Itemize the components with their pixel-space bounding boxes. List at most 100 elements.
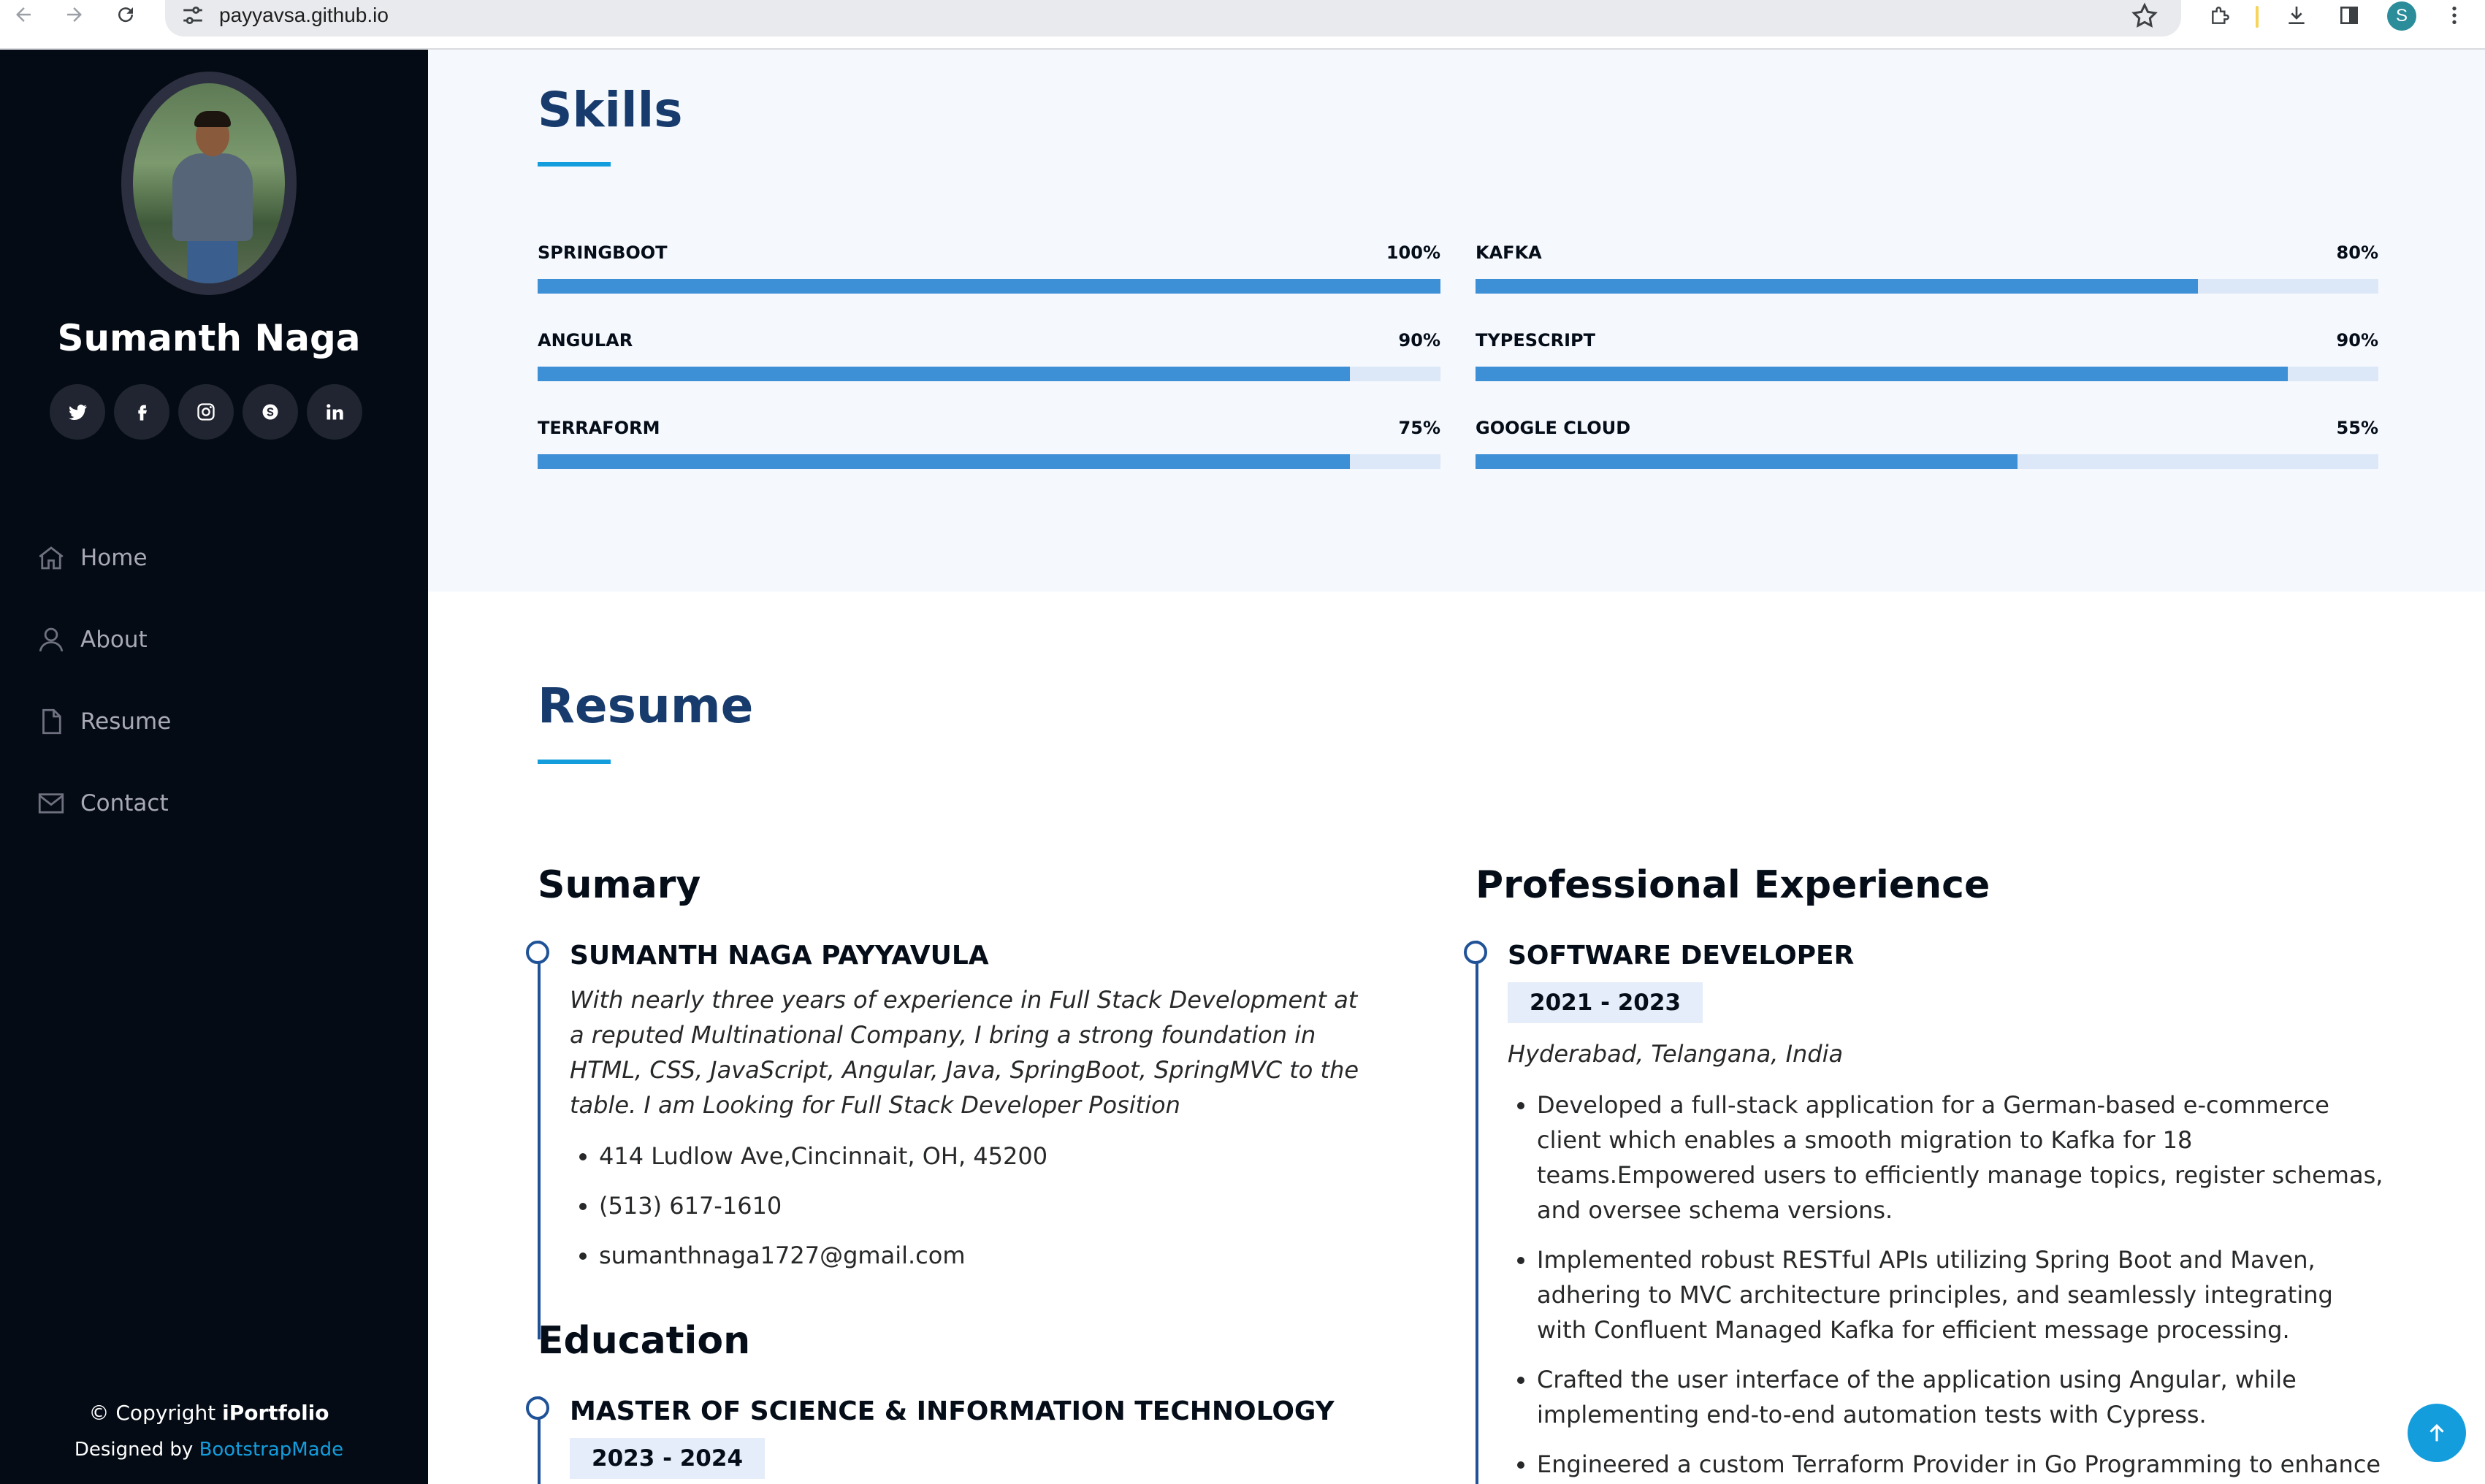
education-heading: Education: [538, 1319, 751, 1363]
skill-name: ANGULAR: [538, 330, 633, 351]
skill-percent: 100%: [1386, 242, 1440, 263]
skill-percent: 75%: [1398, 418, 1440, 438]
experience-bullets: Developed a full-stack application for a…: [1508, 1087, 2384, 1484]
contact-list: 414 Ludlow Ave,Cincinnait, OH, 45200 (51…: [570, 1139, 1381, 1273]
skill-progress-bar: [538, 279, 1440, 294]
credits-link[interactable]: BootstrapMade: [199, 1439, 344, 1461]
skill-progress-fill: [1476, 279, 2198, 294]
skills-section: Skills SPRINGBOOT 100% KAFKA 80% ANGULAR 90…: [428, 50, 2485, 592]
summary-text: With nearly three years of experience in…: [570, 986, 1359, 1119]
skill-item: TYPESCRIPT 90%: [1476, 330, 2378, 381]
extensions-icon[interactable]: [2203, 0, 2238, 31]
more-menu-icon[interactable]: [2437, 0, 2472, 31]
skill-name: TERRAFORM: [538, 418, 660, 438]
browser-toolbar: payyavsa.github.io S: [0, 0, 2485, 50]
forward-arrow-icon[interactable]: [54, 0, 95, 29]
twitter-icon[interactable]: [50, 384, 105, 440]
instagram-icon[interactable]: [178, 384, 234, 440]
nav-item-resume[interactable]: Resume: [34, 681, 171, 762]
skill-name: TYPESCRIPT: [1476, 330, 1596, 351]
skill-percent: 55%: [2336, 418, 2378, 438]
skill-item: ANGULAR 90%: [538, 330, 1440, 381]
file-icon: [34, 704, 69, 739]
timeline-dot: [1464, 941, 1487, 964]
home-icon: [34, 540, 69, 575]
linkedin-icon[interactable]: [307, 384, 362, 440]
sidebar: Sumanth Naga Home About Resume Contact ©…: [0, 50, 428, 1484]
nav-item-label: Resume: [80, 708, 172, 735]
nav-menu: Home About Resume Contact: [34, 517, 171, 844]
bookmark-star-icon[interactable]: [2130, 1, 2159, 31]
skill-percent: 90%: [2336, 330, 2378, 351]
experience-item: SOFTWARE DEVELOPER 2021 - 2023 Hyderabad…: [1464, 941, 2384, 1484]
address-bar[interactable]: payyavsa.github.io: [165, 0, 2181, 37]
facebook-icon[interactable]: [114, 384, 169, 440]
contact-address: 414 Ludlow Ave,Cincinnait, OH, 45200: [599, 1139, 1381, 1174]
credits-line: Designed by BootstrapMade: [0, 1431, 418, 1468]
nav-item-label: About: [80, 627, 148, 653]
download-icon[interactable]: [2279, 0, 2314, 31]
side-panel-icon[interactable]: [2332, 0, 2367, 31]
back-arrow-icon[interactable]: [3, 0, 44, 29]
skills-title: Skills: [538, 82, 683, 138]
skill-progress-bar: [1476, 367, 2378, 381]
url-text[interactable]: payyavsa.github.io: [219, 0, 389, 31]
experience-years: 2021 - 2023: [1508, 982, 1703, 1023]
experience-bullet: Engineered a custom Terraform Provider i…: [1537, 1447, 2384, 1484]
skill-progress-bar: [538, 454, 1440, 469]
nav-item-label: Contact: [80, 790, 169, 816]
toolbar-separator: [2256, 6, 2259, 28]
job-location: Hyderabad, Telangana, India: [1508, 1040, 1844, 1068]
skill-progress-bar: [538, 367, 1440, 381]
skill-name: KAFKA: [1476, 242, 1542, 263]
nav-item-contact[interactable]: Contact: [34, 762, 171, 844]
title-underline: [538, 760, 611, 764]
site-settings-icon[interactable]: [180, 3, 206, 28]
copyright-text: © Copyright: [88, 1401, 223, 1425]
social-links: [50, 384, 362, 440]
degree-title: MASTER OF SCIENCE & INFORMATION TECHNOLO…: [570, 1396, 1335, 1426]
experience-heading: Professional Experience: [1476, 863, 1990, 907]
back-to-top-button[interactable]: [2408, 1404, 2466, 1462]
skill-item: TERRAFORM 75%: [538, 418, 1440, 469]
timeline-dot: [526, 1396, 549, 1420]
education-years: 2023 - 2024: [570, 1438, 766, 1479]
title-underline: [538, 162, 611, 167]
skill-progress-fill: [1476, 454, 2018, 469]
experience-bullet: Implemented robust RESTful APIs utilizin…: [1537, 1242, 2384, 1347]
skill-progress-fill: [538, 454, 1351, 469]
nav-item-home[interactable]: Home: [34, 517, 171, 599]
summary-item: SUMANTH NAGA PAYYAVULA With nearly three…: [526, 941, 1381, 1339]
summary-heading: Sumary: [538, 863, 701, 907]
reload-icon[interactable]: [105, 0, 146, 29]
skill-progress-bar: [1476, 279, 2378, 294]
credits-text: Designed by: [74, 1439, 199, 1461]
profile-avatar[interactable]: S: [2387, 1, 2416, 31]
copyright-brand: iPortfolio: [222, 1401, 329, 1425]
skill-progress-fill: [538, 279, 1440, 294]
experience-bullet: Crafted the user interface of the applic…: [1537, 1362, 2384, 1432]
envelope-icon: [34, 786, 69, 821]
nav-item-label: Home: [80, 545, 148, 571]
skill-item: GOOGLE CLOUD 55%: [1476, 418, 2378, 469]
sidebar-footer: © Copyright iPortfolio Designed by Boots…: [0, 1395, 418, 1468]
nav-item-about[interactable]: About: [34, 599, 171, 681]
skype-icon[interactable]: [243, 384, 298, 440]
copyright-line: © Copyright iPortfolio: [0, 1395, 418, 1431]
skill-progress-fill: [538, 367, 1351, 381]
summary-name: SUMANTH NAGA PAYYAVULA: [570, 941, 989, 971]
user-icon: [34, 622, 69, 657]
skill-item: KAFKA 80%: [1476, 242, 2378, 294]
profile-photo: [121, 72, 297, 295]
skill-item: SPRINGBOOT 100%: [538, 242, 1440, 294]
education-item: MASTER OF SCIENCE & INFORMATION TECHNOLO…: [526, 1396, 1381, 1484]
skill-percent: 90%: [1398, 330, 1440, 351]
arrow-up-icon: [2429, 1423, 2444, 1442]
skill-name: SPRINGBOOT: [538, 242, 668, 263]
skill-name: GOOGLE CLOUD: [1476, 418, 1631, 438]
resume-title: Resume: [538, 678, 754, 734]
experience-bullet: Developed a full-stack application for a…: [1537, 1087, 2384, 1228]
skill-percent: 80%: [2336, 242, 2378, 263]
profile-name: Sumanth Naga: [57, 317, 361, 359]
contact-email: sumanthnaga1727@gmail.com: [599, 1238, 1381, 1273]
